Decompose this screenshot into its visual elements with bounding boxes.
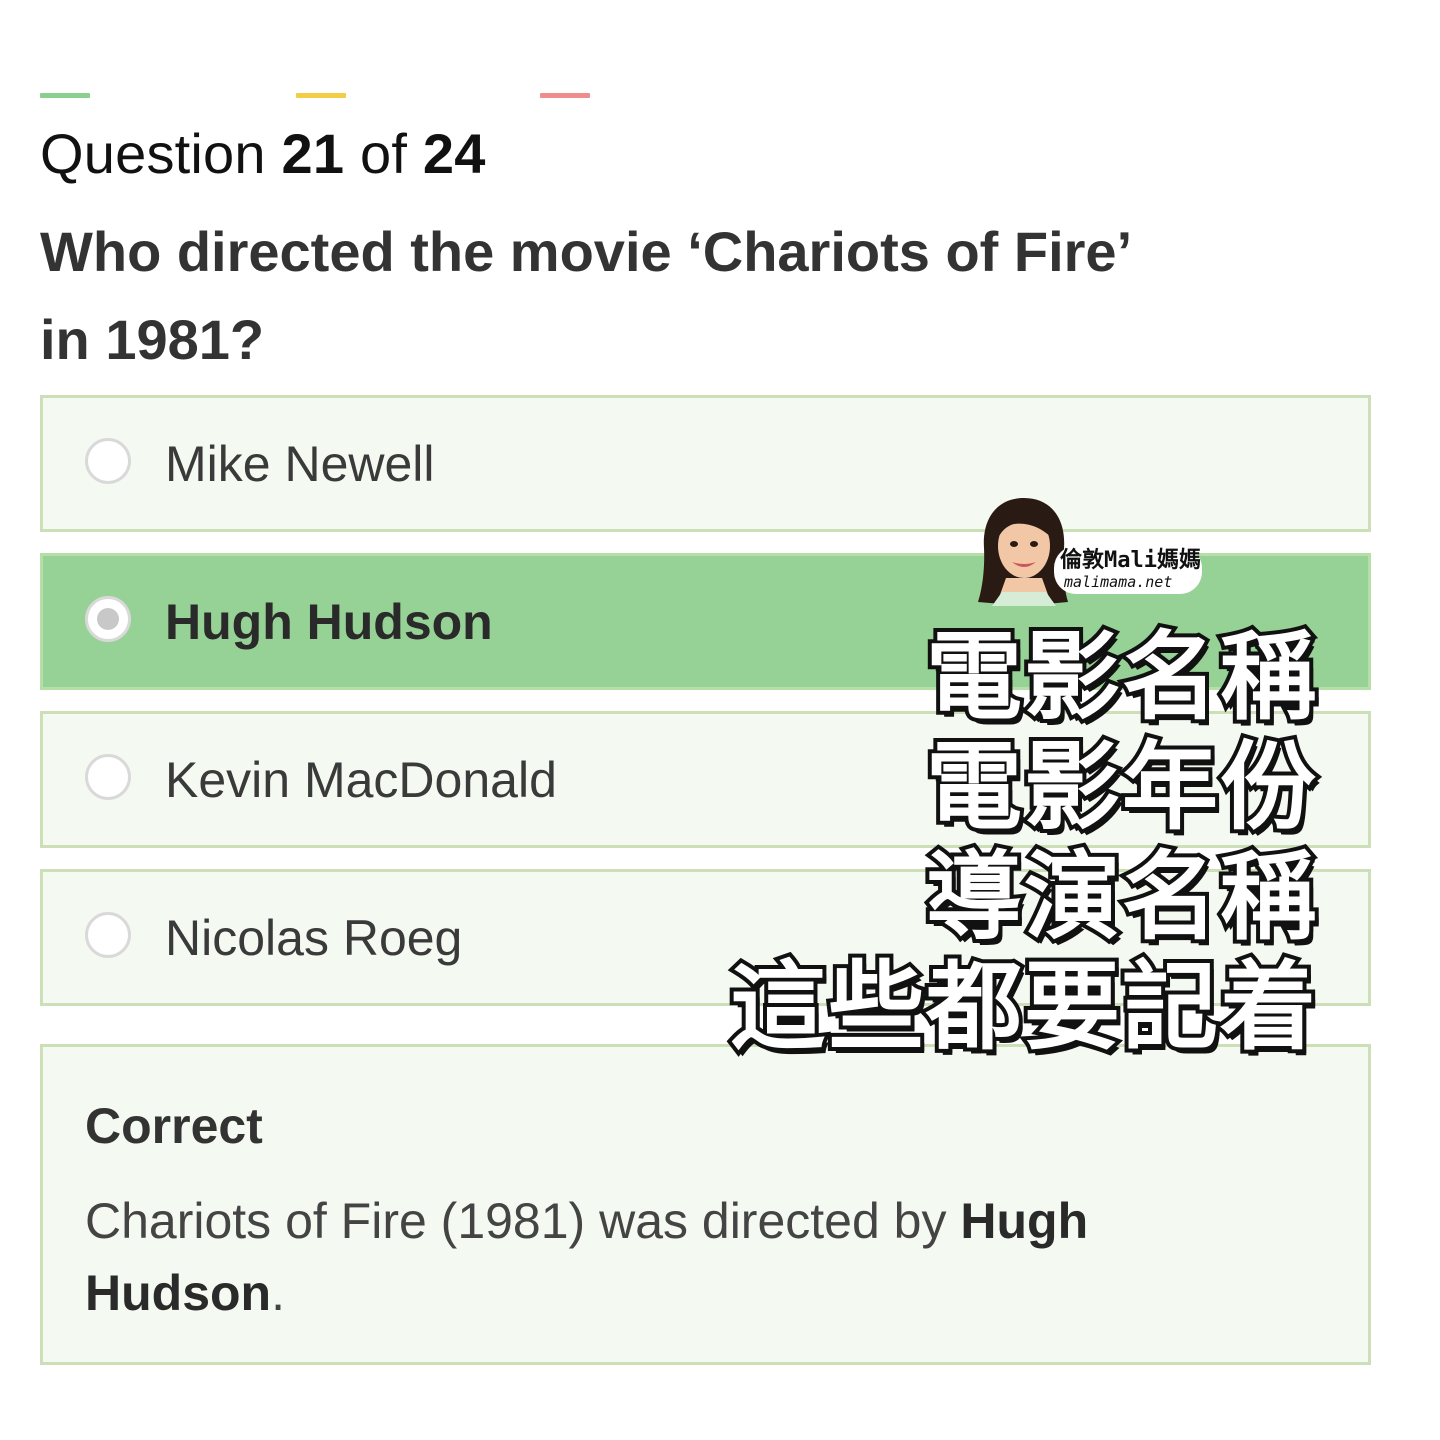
feedback-panel: Correct Chariots of Fire (1981) was dire… [40, 1044, 1371, 1365]
progress-mark-yellow [296, 93, 346, 98]
question-total: 24 [422, 122, 486, 185]
answer-option-label: Nicolas Roeg [165, 910, 463, 966]
question-counter: Question 21 of 24 [40, 122, 486, 186]
question-prefix: Question [40, 122, 266, 185]
radio-button-icon[interactable] [85, 912, 131, 958]
question-line-2: in 1981? [40, 308, 265, 371]
question-line-1: Who directed the movie ‘Chariots of Fire… [40, 220, 1133, 283]
overlay-line: 電影年份 [922, 728, 1320, 846]
overlay-line: 導演名稱 [922, 838, 1320, 956]
radio-button-icon[interactable] [85, 754, 131, 800]
radio-button-icon[interactable] [85, 596, 131, 642]
watermark-site: malimama.net [1064, 573, 1173, 591]
blogger-avatar-icon [978, 498, 1068, 606]
overlay-line: 電影名稱 [922, 618, 1320, 736]
answer-option-label: Hugh Hudson [165, 594, 493, 650]
question-text: Who directed the movie ‘Chariots of Fire… [40, 208, 1240, 384]
progress-mark-red [540, 93, 590, 98]
radio-selected-dot-icon [97, 608, 119, 630]
feedback-text-suffix: . [271, 1265, 285, 1321]
feedback-explanation: Chariots of Fire (1981) was directed by … [85, 1185, 1195, 1329]
overlay-caption: 電影名稱 電影年份 導演名稱 這些都要記着 [726, 618, 1320, 1066]
blogger-watermark: 倫敦Mali媽媽 malimama.net [976, 494, 1216, 606]
question-current: 21 [281, 122, 345, 185]
progress-marks [0, 93, 1440, 99]
radio-button-icon[interactable] [85, 438, 131, 484]
answer-option-label: Kevin MacDonald [165, 752, 557, 808]
feedback-text-prefix: Chariots of Fire (1981) was directed by [85, 1193, 961, 1249]
overlay-line: 這些都要記着 [726, 948, 1320, 1066]
answer-option-label: Mike Newell [165, 436, 435, 492]
progress-mark-green [40, 93, 90, 98]
feedback-title: Correct [85, 1098, 263, 1154]
question-of: of [359, 122, 408, 185]
watermark-name: 倫敦Mali媽媽 [1060, 548, 1201, 573]
